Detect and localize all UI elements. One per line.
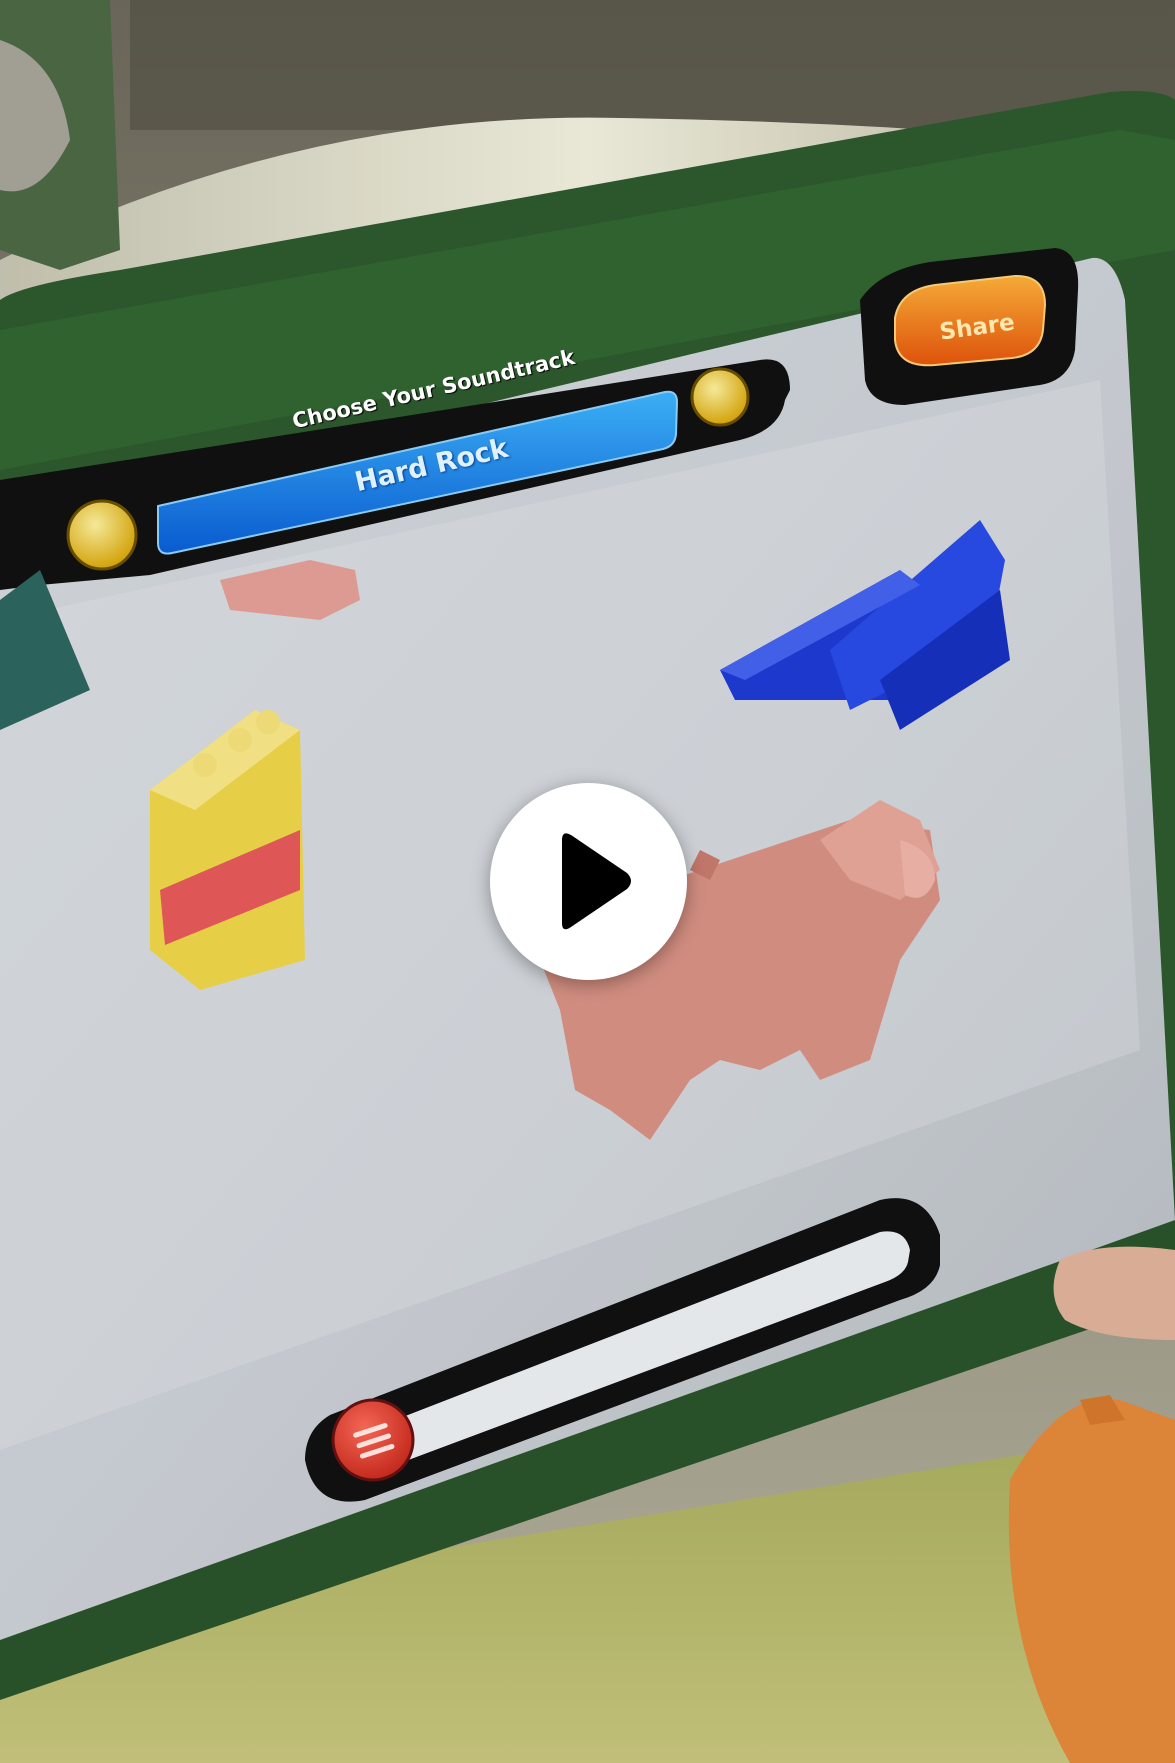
chevron-right-icon	[693, 370, 749, 426]
video-player[interactable]: Choose Your Soundtrack Hard Rock Share	[0, 0, 1175, 1763]
menu-icon	[336, 1403, 411, 1478]
chevron-left-icon	[70, 503, 134, 567]
play-button[interactable]	[490, 783, 687, 980]
play-icon	[562, 833, 631, 930]
